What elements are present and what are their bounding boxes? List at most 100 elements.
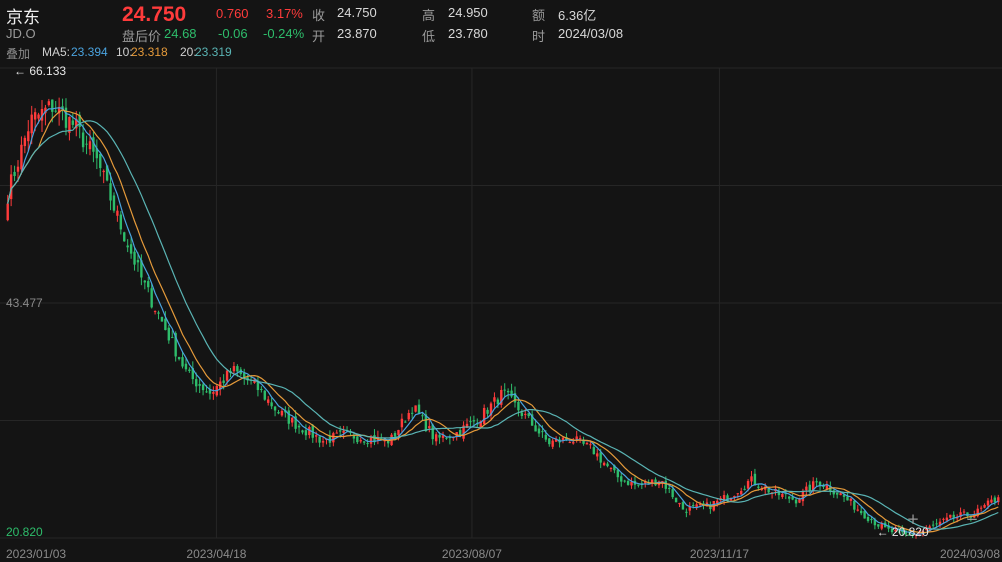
- candle-body: [362, 441, 366, 443]
- candle-body: [520, 412, 524, 416]
- candle-body: [808, 484, 811, 492]
- zoom-in-icon[interactable]: +: [907, 510, 920, 528]
- candle-body: [428, 426, 431, 429]
- candle-body: [301, 430, 304, 433]
- x-tick-label: 2023/01/03: [6, 547, 66, 561]
- candle-body: [935, 523, 938, 525]
- candle-body: [849, 498, 853, 501]
- candle-body: [835, 492, 839, 495]
- ma20-value: 23.319: [195, 45, 232, 59]
- after-hours-label: 盘后价: [122, 29, 162, 44]
- candle-body: [198, 384, 201, 386]
- ma5-line: [7, 107, 999, 535]
- candle-body: [13, 171, 16, 177]
- high-value: 24.950: [448, 5, 488, 20]
- candle-body: [664, 480, 668, 489]
- candle-body: [9, 174, 13, 200]
- candle-body: [359, 440, 362, 442]
- overlay-button[interactable]: 叠加: [6, 45, 30, 62]
- candle-body: [30, 114, 33, 134]
- candle-body: [177, 357, 181, 360]
- candle-body: [606, 463, 609, 467]
- candle-body: [743, 488, 746, 490]
- candle-body: [153, 311, 157, 313]
- zoom-out-icon[interactable]: −: [966, 510, 979, 528]
- candle-body: [417, 404, 421, 414]
- candle-body: [136, 260, 140, 263]
- candle-body: [147, 281, 150, 288]
- candle-body: [445, 437, 448, 439]
- candle-body: [482, 407, 486, 425]
- candle-body: [609, 467, 613, 469]
- candle-body: [171, 337, 174, 339]
- candle-body: [949, 514, 952, 518]
- candle-body: [366, 443, 369, 445]
- candle-body: [736, 493, 739, 495]
- candle-body: [805, 486, 808, 491]
- candle-body: [321, 441, 325, 443]
- candle-body: [794, 499, 798, 504]
- candle-body: [342, 430, 345, 433]
- open-value: 23.870: [337, 26, 377, 41]
- candle-body: [181, 357, 184, 367]
- candle-body: [596, 453, 599, 457]
- candle-body: [356, 436, 359, 443]
- ma10-line: [7, 109, 999, 534]
- candle-body: [859, 510, 863, 514]
- candle-body: [205, 391, 208, 393]
- candle-body: [314, 435, 318, 437]
- candle-body: [589, 444, 592, 446]
- candle-body: [212, 392, 215, 394]
- candle-body: [263, 390, 266, 400]
- candle-body: [534, 425, 537, 432]
- close-label: 收: [312, 8, 326, 23]
- candle-body: [788, 496, 791, 499]
- last-price: 24.750: [122, 3, 187, 26]
- candle-body: [438, 434, 441, 438]
- candle-body: [195, 379, 198, 387]
- candle-body: [404, 421, 407, 423]
- candle-body: [506, 390, 510, 393]
- candle-body: [20, 144, 23, 170]
- candle-body: [602, 462, 606, 466]
- time-value: 2024/03/08: [558, 26, 624, 41]
- candle-body: [143, 280, 147, 283]
- candle-body: [23, 137, 27, 147]
- candle-body: [116, 210, 119, 216]
- stock-name: 京东: [6, 8, 40, 27]
- candle-body: [537, 428, 541, 434]
- candle-body: [318, 436, 321, 443]
- price-change-percent: 3.17%: [266, 6, 303, 21]
- candle-body: [400, 418, 404, 428]
- candle-body: [572, 442, 575, 444]
- ma20-line: [7, 120, 999, 530]
- candle-body: [280, 410, 284, 416]
- candle-body: [620, 476, 623, 482]
- candle-body: [6, 203, 9, 221]
- candle-body: [297, 425, 301, 428]
- candlestick-chart[interactable]: 43.477 20.820 2023/01/03 2023/04/18 2023/08/…: [0, 64, 1002, 562]
- candle-body: [102, 170, 105, 173]
- candle-body: [129, 244, 133, 254]
- candle-body: [393, 433, 397, 437]
- candle-body: [184, 363, 188, 370]
- candle-body: [273, 406, 277, 411]
- y-tick-label: 43.477: [6, 296, 43, 310]
- candle-body: [201, 384, 205, 391]
- candle-body: [626, 480, 630, 485]
- candle-body: [472, 420, 476, 422]
- candle-body: [517, 402, 520, 411]
- amount-value: 6.36亿: [558, 8, 597, 23]
- candle-body: [164, 318, 167, 331]
- candle-body: [277, 412, 280, 414]
- candle-body: [47, 101, 51, 106]
- candle-body: [236, 366, 239, 372]
- high-label: 高: [422, 8, 436, 23]
- candle-body: [575, 436, 578, 440]
- candle-body: [503, 389, 506, 391]
- candle-body: [469, 421, 472, 423]
- candle-body: [434, 434, 438, 442]
- candle-body: [630, 481, 633, 486]
- after-hours-change: -0.06: [218, 26, 248, 41]
- low-value: 23.780: [448, 26, 488, 41]
